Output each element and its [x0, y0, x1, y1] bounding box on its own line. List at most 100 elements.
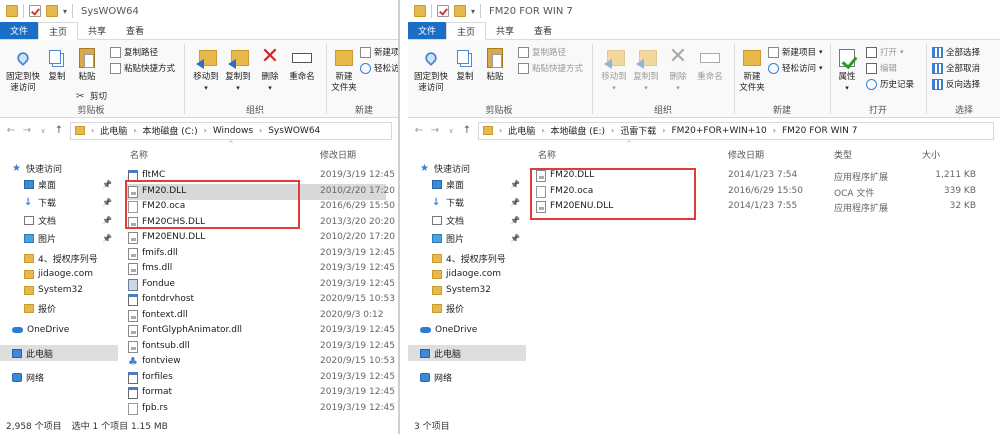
cut-button[interactable]: ✂ 剪切 [76, 90, 107, 103]
sidebar-item[interactable]: ★ 快速访问 [0, 160, 118, 176]
paste-shortcut-button[interactable]: 粘贴快捷方式 [518, 62, 583, 74]
file-row[interactable]: fontext.dll 2020/9/3 0:12 [126, 308, 386, 324]
easy-access-button[interactable]: 轻松访问 ▾ [768, 62, 823, 74]
sidebar-item[interactable]: 此电脑 [408, 345, 526, 361]
move-to-button[interactable]: 移动到 ▾ [598, 46, 630, 94]
quick-access-dropdown-icon[interactable]: ▾ [471, 7, 475, 16]
tab-home[interactable]: 主页 [446, 22, 487, 40]
sidebar-item[interactable]: ★ 快速访问 [408, 160, 526, 176]
breadcrumb-item[interactable]: SysWOW64 [268, 126, 320, 136]
file-row[interactable]: Fondue 2019/3/19 12:45 [126, 277, 395, 293]
open-button[interactable]: 打开 ▾ [866, 46, 904, 58]
sidebar-item[interactable]: 报价 [0, 300, 118, 316]
breadcrumb-item[interactable]: FM20+FOR+WIN+10 [671, 126, 766, 136]
copy-button[interactable]: 复制 [44, 46, 70, 83]
breadcrumb-item[interactable]: Windows [213, 126, 253, 136]
sidebar-item[interactable]: 报价 [408, 300, 526, 316]
properties-button[interactable]: 属性 ▾ [834, 46, 860, 94]
breadcrumb-item[interactable]: 本地磁盘 (C:) [142, 124, 197, 137]
tab-share[interactable]: 共享 [78, 22, 116, 39]
tab-file[interactable]: 文件 [408, 22, 447, 39]
file-row[interactable]: ♣ fontview 2020/9/15 10:53 [126, 354, 395, 370]
file-row[interactable]: FontGlyphAnimator.dll 2019/3/19 12:45 [126, 323, 395, 339]
pin-quick-access-button[interactable]: 固定到快 速访问 [412, 46, 450, 94]
copy-button[interactable]: 复制 [452, 46, 478, 83]
sidebar-item[interactable]: jidaoge.com [408, 266, 526, 282]
breadcrumb-item[interactable]: 本地磁盘 (E:) [550, 124, 605, 137]
edit-button[interactable]: 编辑 [866, 62, 897, 74]
copy-to-button[interactable]: 复制到 ▾ [630, 46, 662, 94]
easy-access-button[interactable]: 轻松访问 [360, 62, 398, 74]
paste-button[interactable]: 粘贴 [74, 46, 100, 83]
file-row[interactable]: fmifs.dll 2019/3/19 12:45 [126, 246, 395, 262]
sidebar-item[interactable]: System32 [408, 282, 526, 298]
forward-arrow-icon[interactable]: → [22, 125, 32, 136]
up-arrow-icon[interactable]: ↑ [54, 125, 64, 136]
sidebar-item[interactable]: ↓ 下载 📌 [408, 194, 526, 210]
move-to-button[interactable]: 移动到 ▾ [190, 46, 222, 94]
address-bar[interactable]: › 此电脑 › 本地磁盘 (E:) › 迅雷下载 › FM20+FOR+WIN+… [478, 121, 994, 140]
sidebar-item[interactable]: 桌面 📌 [408, 176, 526, 192]
pin-quick-access-button[interactable]: 固定到快 速访问 [4, 46, 42, 94]
file-row[interactable]: FM20ENU.DLL 2010/2/20 17:20 [126, 230, 395, 246]
file-row[interactable]: format 2019/3/19 12:45 [126, 385, 395, 401]
file-row[interactable]: fpb.rs 2019/3/19 12:45 [126, 401, 395, 417]
tab-file[interactable]: 文件 [0, 22, 39, 39]
rename-button[interactable]: 重命名 [286, 46, 318, 83]
breadcrumb-item[interactable]: 迅雷下载 [620, 124, 656, 137]
tab-home[interactable]: 主页 [38, 22, 79, 40]
sidebar-item[interactable]: 4、授权序列号 [408, 250, 526, 266]
sidebar-item[interactable]: 图片 📌 [408, 230, 526, 246]
sidebar-item[interactable]: 网络 [408, 369, 526, 385]
new-item-button[interactable]: 新建项目 [360, 46, 398, 58]
back-arrow-icon[interactable]: ← [414, 125, 424, 136]
recent-dropdown-icon[interactable]: ∨ [446, 127, 456, 135]
paste-button[interactable]: 粘贴 [482, 46, 508, 83]
sidebar-item[interactable]: ↓ 下载 📌 [0, 194, 118, 210]
column-header-type[interactable]: 类型 [834, 148, 852, 164]
new-folder-button[interactable]: 新建 文件夹 [738, 46, 766, 94]
forward-arrow-icon[interactable]: → [430, 125, 440, 136]
breadcrumb-item[interactable]: 此电脑 [508, 124, 535, 137]
column-header-date[interactable]: 修改日期 [320, 148, 356, 164]
copy-path-button[interactable]: 复制路径 [518, 46, 566, 58]
sidebar-item[interactable]: System32 [0, 282, 118, 298]
sidebar-item[interactable]: 此电脑 [0, 345, 118, 361]
invert-selection-button[interactable]: 反向选择 [932, 78, 980, 90]
breadcrumb-item[interactable]: 此电脑 [100, 124, 127, 137]
new-folder-button[interactable]: 新建 文件夹 [330, 46, 358, 94]
column-header-name[interactable]: 名称 [538, 148, 556, 164]
select-none-button[interactable]: 全部取消 [932, 62, 980, 74]
copy-to-button[interactable]: 复制到 ▾ [222, 46, 254, 94]
sidebar-item[interactable]: 桌面 📌 [0, 176, 118, 192]
address-bar[interactable]: › 此电脑 › 本地磁盘 (C:) › Windows › SysWOW64 [70, 121, 392, 140]
sidebar-item[interactable]: 网络 [0, 369, 118, 385]
column-header-date[interactable]: 修改日期 [728, 148, 764, 164]
file-row[interactable]: forfiles 2019/3/19 12:45 [126, 370, 395, 386]
tab-view[interactable]: 查看 [524, 22, 562, 39]
sidebar-item[interactable]: 文档 📌 [408, 212, 526, 228]
new-item-button[interactable]: 新建项目 ▾ [768, 46, 823, 58]
history-button[interactable]: 历史记录 [866, 78, 914, 90]
new-folder-quick-icon[interactable] [46, 5, 58, 17]
file-row[interactable]: fontsub.dll 2019/3/19 12:45 [126, 339, 395, 355]
file-row[interactable]: fms.dll 2019/3/19 12:45 [126, 261, 395, 277]
sidebar-item[interactable]: 4、授权序列号 [0, 250, 118, 266]
select-all-button[interactable]: 全部选择 [932, 46, 980, 58]
up-arrow-icon[interactable]: ↑ [462, 125, 472, 136]
rename-button[interactable]: 重命名 [694, 46, 726, 83]
paste-shortcut-button[interactable]: 粘贴快捷方式 [110, 62, 175, 74]
recent-dropdown-icon[interactable]: ∨ [38, 127, 48, 135]
breadcrumb-item[interactable]: FM20 FOR WIN 7 [782, 126, 858, 136]
quick-access-dropdown-icon[interactable]: ▾ [63, 7, 67, 16]
column-header-size[interactable]: 大小 [922, 148, 940, 164]
properties-quick-icon[interactable] [29, 5, 41, 17]
new-folder-quick-icon[interactable] [454, 5, 466, 17]
tab-share[interactable]: 共享 [486, 22, 524, 39]
copy-path-button[interactable]: 复制路径 [110, 46, 158, 58]
delete-button[interactable]: ✕ 删除 ▾ [258, 46, 282, 94]
sidebar-item[interactable]: OneDrive [408, 322, 526, 338]
sidebar-item[interactable]: OneDrive [0, 322, 118, 338]
sidebar-item[interactable]: 文档 📌 [0, 212, 118, 228]
sidebar-item[interactable]: jidaoge.com [0, 266, 118, 282]
